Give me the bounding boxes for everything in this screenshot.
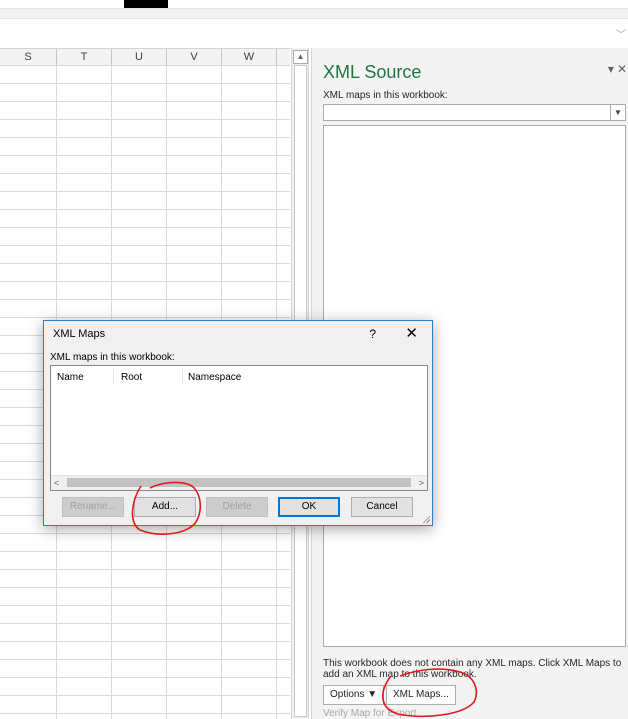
ok-button[interactable]: OK [278, 497, 340, 517]
column-divider [113, 370, 114, 385]
cancel-button[interactable]: Cancel [351, 497, 413, 517]
dialog-list-label: XML maps in this workbook: [50, 352, 175, 363]
scroll-right-icon[interactable]: > [419, 476, 424, 490]
scroll-up-icon[interactable]: ▲ [293, 50, 308, 64]
close-icon[interactable]: ✕ [405, 324, 418, 342]
column-headers: S T U V W [0, 48, 290, 66]
no-maps-message: This workbook does not contain any XML m… [323, 658, 622, 680]
add-button[interactable]: Add... [134, 497, 196, 517]
column-header-v[interactable]: V [167, 49, 222, 65]
xml-maps-dialog: XML Maps ? ✕ XML maps in this workbook: … [43, 320, 433, 526]
pane-options-icon[interactable]: ▾ [608, 62, 614, 76]
column-header-t[interactable]: T [57, 49, 112, 65]
column-divider [182, 370, 183, 385]
xml-maps-button[interactable]: XML Maps... [386, 685, 456, 705]
ribbon-strip: ﹀ [0, 0, 628, 48]
pane-title: XML Source [323, 62, 422, 82]
pane-close-icon[interactable]: ✕ [617, 62, 627, 76]
column-header-name[interactable]: Name [57, 372, 84, 383]
ribbon-shade [0, 8, 628, 19]
xml-maps-list[interactable]: Name Root Namespace < > [50, 365, 428, 491]
rename-button[interactable]: Rename... [62, 497, 124, 517]
dropdown-arrow-icon[interactable]: ▼ [610, 105, 625, 120]
pane-controls: ▾ ✕ [605, 62, 627, 76]
delete-button[interactable]: Delete [206, 497, 268, 517]
column-header-w[interactable]: W [222, 49, 277, 65]
dialog-title: XML Maps [53, 328, 106, 340]
horizontal-scrollbar[interactable]: < > [51, 475, 427, 490]
column-header-root[interactable]: Root [121, 372, 142, 383]
help-icon[interactable]: ? [369, 327, 376, 341]
scroll-left-icon[interactable]: < [54, 476, 59, 490]
verify-map-link[interactable]: Verify Map for Export [323, 708, 416, 719]
options-button[interactable]: Options ▼ [323, 685, 385, 705]
resize-grip-icon[interactable] [422, 515, 430, 523]
column-header-u[interactable]: U [112, 49, 167, 65]
pane-maps-label: XML maps in this workbook: [323, 90, 448, 101]
scrollbar-thumb[interactable] [67, 478, 411, 487]
column-header-namespace[interactable]: Namespace [188, 372, 241, 383]
chevron-down-icon[interactable]: ﹀ [616, 26, 626, 41]
column-header-s[interactable]: S [0, 49, 57, 65]
xml-map-dropdown[interactable]: ▼ [323, 104, 626, 121]
